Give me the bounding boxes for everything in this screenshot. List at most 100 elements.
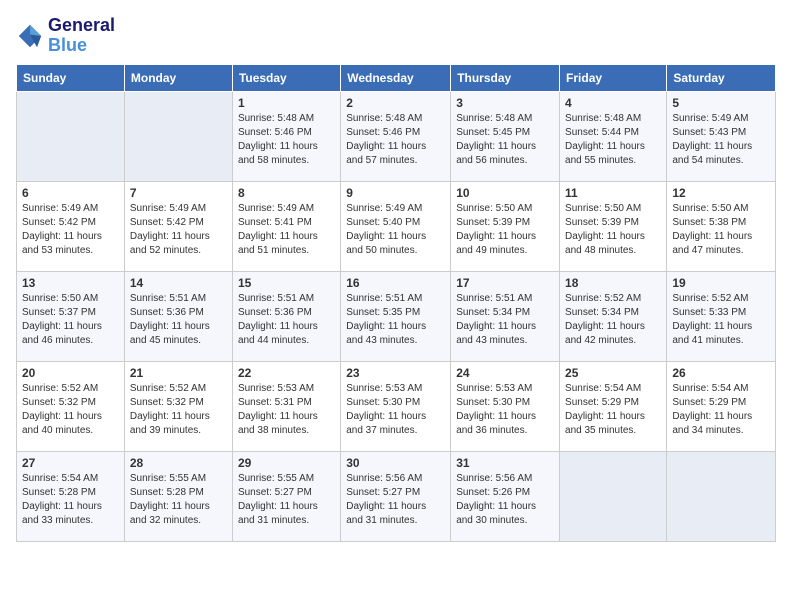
day-info: Sunrise: 5:51 AM Sunset: 5:35 PM Dayligh… (346, 292, 445, 348)
daylight-text: Daylight: 11 hours and 58 minutes. (238, 140, 335, 168)
week-row-2: 6 Sunrise: 5:49 AM Sunset: 5:42 PM Dayli… (17, 181, 776, 271)
sunrise-text: Sunrise: 5:49 AM (346, 202, 445, 216)
daylight-text: Daylight: 11 hours and 45 minutes. (130, 320, 227, 348)
calendar-cell: 14 Sunrise: 5:51 AM Sunset: 5:36 PM Dayl… (124, 271, 232, 361)
day-number: 15 (238, 276, 335, 290)
logo-icon (16, 22, 44, 50)
sunset-text: Sunset: 5:46 PM (346, 126, 445, 140)
sunrise-text: Sunrise: 5:50 AM (565, 202, 661, 216)
daylight-text: Daylight: 11 hours and 40 minutes. (22, 410, 119, 438)
calendar-cell: 26 Sunrise: 5:54 AM Sunset: 5:29 PM Dayl… (667, 361, 776, 451)
header-saturday: Saturday (667, 64, 776, 91)
sunset-text: Sunset: 5:42 PM (130, 216, 227, 230)
sunrise-text: Sunrise: 5:53 AM (346, 382, 445, 396)
daylight-text: Daylight: 11 hours and 43 minutes. (456, 320, 554, 348)
calendar-cell (560, 451, 667, 541)
sunrise-text: Sunrise: 5:53 AM (238, 382, 335, 396)
day-info: Sunrise: 5:54 AM Sunset: 5:28 PM Dayligh… (22, 472, 119, 528)
sunset-text: Sunset: 5:39 PM (565, 216, 661, 230)
daylight-text: Daylight: 11 hours and 43 minutes. (346, 320, 445, 348)
sunrise-text: Sunrise: 5:54 AM (672, 382, 770, 396)
sunset-text: Sunset: 5:43 PM (672, 126, 770, 140)
daylight-text: Daylight: 11 hours and 33 minutes. (22, 500, 119, 528)
calendar-header-row: SundayMondayTuesdayWednesdayThursdayFrid… (17, 64, 776, 91)
sunset-text: Sunset: 5:34 PM (456, 306, 554, 320)
sunset-text: Sunset: 5:38 PM (672, 216, 770, 230)
day-info: Sunrise: 5:53 AM Sunset: 5:31 PM Dayligh… (238, 382, 335, 438)
calendar-cell: 7 Sunrise: 5:49 AM Sunset: 5:42 PM Dayli… (124, 181, 232, 271)
daylight-text: Daylight: 11 hours and 52 minutes. (130, 230, 227, 258)
daylight-text: Daylight: 11 hours and 49 minutes. (456, 230, 554, 258)
day-number: 19 (672, 276, 770, 290)
daylight-text: Daylight: 11 hours and 34 minutes. (672, 410, 770, 438)
day-number: 16 (346, 276, 445, 290)
day-info: Sunrise: 5:51 AM Sunset: 5:36 PM Dayligh… (238, 292, 335, 348)
calendar-cell: 5 Sunrise: 5:49 AM Sunset: 5:43 PM Dayli… (667, 91, 776, 181)
day-info: Sunrise: 5:48 AM Sunset: 5:44 PM Dayligh… (565, 112, 661, 168)
day-number: 11 (565, 186, 661, 200)
sunset-text: Sunset: 5:37 PM (22, 306, 119, 320)
daylight-text: Daylight: 11 hours and 48 minutes. (565, 230, 661, 258)
calendar-cell: 30 Sunrise: 5:56 AM Sunset: 5:27 PM Dayl… (341, 451, 451, 541)
sunset-text: Sunset: 5:28 PM (130, 486, 227, 500)
day-number: 13 (22, 276, 119, 290)
daylight-text: Daylight: 11 hours and 31 minutes. (346, 500, 445, 528)
day-number: 25 (565, 366, 661, 380)
sunset-text: Sunset: 5:44 PM (565, 126, 661, 140)
calendar-cell: 21 Sunrise: 5:52 AM Sunset: 5:32 PM Dayl… (124, 361, 232, 451)
page-header: General Blue (16, 16, 776, 56)
sunset-text: Sunset: 5:35 PM (346, 306, 445, 320)
sunrise-text: Sunrise: 5:49 AM (672, 112, 770, 126)
day-info: Sunrise: 5:53 AM Sunset: 5:30 PM Dayligh… (456, 382, 554, 438)
day-info: Sunrise: 5:56 AM Sunset: 5:27 PM Dayligh… (346, 472, 445, 528)
day-number: 30 (346, 456, 445, 470)
sunrise-text: Sunrise: 5:56 AM (456, 472, 554, 486)
day-info: Sunrise: 5:53 AM Sunset: 5:30 PM Dayligh… (346, 382, 445, 438)
day-number: 17 (456, 276, 554, 290)
day-number: 7 (130, 186, 227, 200)
day-number: 27 (22, 456, 119, 470)
day-number: 26 (672, 366, 770, 380)
week-row-4: 20 Sunrise: 5:52 AM Sunset: 5:32 PM Dayl… (17, 361, 776, 451)
day-number: 18 (565, 276, 661, 290)
day-number: 22 (238, 366, 335, 380)
sunrise-text: Sunrise: 5:55 AM (238, 472, 335, 486)
day-number: 2 (346, 96, 445, 110)
daylight-text: Daylight: 11 hours and 31 minutes. (238, 500, 335, 528)
day-number: 9 (346, 186, 445, 200)
calendar-cell: 19 Sunrise: 5:52 AM Sunset: 5:33 PM Dayl… (667, 271, 776, 361)
sunset-text: Sunset: 5:27 PM (238, 486, 335, 500)
calendar-cell: 13 Sunrise: 5:50 AM Sunset: 5:37 PM Dayl… (17, 271, 125, 361)
sunset-text: Sunset: 5:34 PM (565, 306, 661, 320)
sunset-text: Sunset: 5:31 PM (238, 396, 335, 410)
daylight-text: Daylight: 11 hours and 39 minutes. (130, 410, 227, 438)
sunset-text: Sunset: 5:42 PM (22, 216, 119, 230)
calendar-cell: 8 Sunrise: 5:49 AM Sunset: 5:41 PM Dayli… (232, 181, 340, 271)
day-info: Sunrise: 5:52 AM Sunset: 5:34 PM Dayligh… (565, 292, 661, 348)
daylight-text: Daylight: 11 hours and 50 minutes. (346, 230, 445, 258)
daylight-text: Daylight: 11 hours and 47 minutes. (672, 230, 770, 258)
sunset-text: Sunset: 5:46 PM (238, 126, 335, 140)
day-number: 24 (456, 366, 554, 380)
daylight-text: Daylight: 11 hours and 57 minutes. (346, 140, 445, 168)
day-info: Sunrise: 5:55 AM Sunset: 5:28 PM Dayligh… (130, 472, 227, 528)
sunrise-text: Sunrise: 5:49 AM (238, 202, 335, 216)
sunset-text: Sunset: 5:27 PM (346, 486, 445, 500)
day-info: Sunrise: 5:49 AM Sunset: 5:40 PM Dayligh… (346, 202, 445, 258)
logo-text: General Blue (48, 16, 115, 56)
calendar-cell: 25 Sunrise: 5:54 AM Sunset: 5:29 PM Dayl… (560, 361, 667, 451)
day-info: Sunrise: 5:52 AM Sunset: 5:33 PM Dayligh… (672, 292, 770, 348)
day-info: Sunrise: 5:54 AM Sunset: 5:29 PM Dayligh… (565, 382, 661, 438)
calendar-cell: 12 Sunrise: 5:50 AM Sunset: 5:38 PM Dayl… (667, 181, 776, 271)
day-number: 6 (22, 186, 119, 200)
calendar-cell (667, 451, 776, 541)
calendar-cell: 15 Sunrise: 5:51 AM Sunset: 5:36 PM Dayl… (232, 271, 340, 361)
sunset-text: Sunset: 5:45 PM (456, 126, 554, 140)
daylight-text: Daylight: 11 hours and 55 minutes. (565, 140, 661, 168)
daylight-text: Daylight: 11 hours and 53 minutes. (22, 230, 119, 258)
daylight-text: Daylight: 11 hours and 30 minutes. (456, 500, 554, 528)
sunset-text: Sunset: 5:29 PM (672, 396, 770, 410)
day-info: Sunrise: 5:49 AM Sunset: 5:41 PM Dayligh… (238, 202, 335, 258)
day-info: Sunrise: 5:52 AM Sunset: 5:32 PM Dayligh… (130, 382, 227, 438)
day-number: 23 (346, 366, 445, 380)
